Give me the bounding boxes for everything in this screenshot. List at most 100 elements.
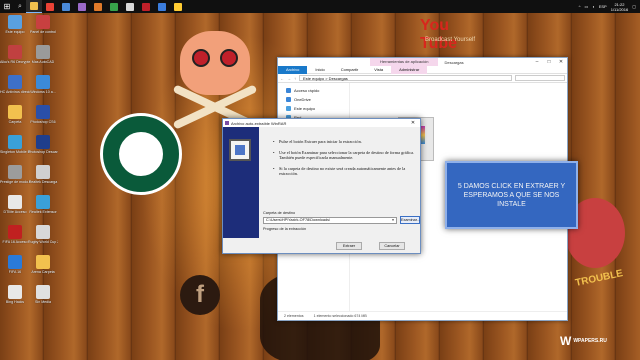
explorer-ribbon-tabs: Archivo Inicio Compartir Vista Administrar: [278, 65, 567, 74]
desktop-icon[interactable]: Arena Carpeta: [28, 255, 58, 283]
desktop-icon[interactable]: HC Antivirus direcion: [0, 75, 30, 103]
taskbar-app-7[interactable]: [122, 0, 138, 13]
desktop-icon-label: Alku's R6 Decrypter: [0, 60, 30, 64]
skull-eye-left: [192, 49, 210, 67]
starbucks-logo-center: [117, 130, 165, 178]
explorer-address-bar: ← → ↑ Este equipo > Descargas: [278, 74, 567, 83]
dialog-side-banner: [223, 127, 259, 238]
taskbar-app-4[interactable]: [74, 0, 90, 13]
desktop-icon[interactable]: DTIlite Acceso: [0, 195, 30, 223]
clock[interactable]: 21:22 1/11/2016: [611, 2, 629, 12]
ribbon-tab[interactable]: Archivo: [278, 65, 308, 74]
instruction-item: Pulse el botón Extraer para iniciar la e…: [273, 139, 415, 145]
dialog-instructions: Pulse el botón Extraer para iniciar la e…: [273, 139, 415, 182]
volume-icon[interactable]: ◖: [592, 4, 594, 9]
network-icon[interactable]: ▭: [585, 4, 589, 9]
desktop-icon[interactable]: Panel de control: [28, 15, 58, 43]
desktop-icon-label: FIFA 16 Acceso: [2, 240, 28, 244]
desktop-icon-label: Photoshop Descarga: [28, 150, 58, 154]
app-7-icon: [126, 2, 134, 11]
desktop-icon[interactable]: Realtek Descarga: [28, 165, 58, 193]
language-indicator[interactable]: ESP: [599, 4, 607, 9]
watermark-logo: W: [560, 334, 572, 348]
maximize-icon[interactable]: □: [543, 59, 555, 65]
start-button[interactable]: ⊞: [0, 0, 14, 13]
dialog-titlebar: Archivo auto-extraíble WinRAR ✕: [223, 119, 420, 127]
winrar-icon: [225, 121, 229, 125]
desktop-icon-label: Rugby World Cup 2015: [28, 240, 58, 244]
status-item-count: 2 elementos: [284, 313, 304, 318]
taskbar-app-8[interactable]: [138, 0, 154, 13]
close-icon[interactable]: ✕: [406, 120, 420, 126]
ribbon-tab[interactable]: Vista: [366, 66, 391, 74]
taskbar-file-explorer[interactable]: [26, 0, 42, 13]
tutorial-annotation: 5 DAMOS CLICK EN EXTRAER Y ESPERAMOS A Q…: [445, 161, 578, 229]
nav-item[interactable]: Acceso rápido: [278, 86, 349, 95]
nav-item[interactable]: Este equipo: [278, 104, 349, 113]
taskbar-app-10[interactable]: [170, 0, 186, 13]
desktop-icon-label: Sin Media: [35, 300, 51, 304]
desktop-icon[interactable]: Photoshop Descarga: [28, 135, 58, 163]
extract-button[interactable]: Extraer: [336, 242, 362, 250]
status-selection: 1 elemento seleccionado 674 MB: [313, 313, 367, 318]
ribbon-tab[interactable]: Administrar: [391, 65, 428, 74]
desktop-icon[interactable]: FIFA 16 Acceso: [0, 225, 30, 253]
notifications-icon[interactable]: ▢: [632, 4, 636, 9]
desktop-icon[interactable]: Windows 10 a...: [28, 75, 58, 103]
desktop-icon-label: Singleton Mobile B...: [0, 150, 30, 154]
ribbon-tab[interactable]: Inicio: [307, 66, 332, 74]
desktop-icon[interactable]: Photoshop CS6: [28, 105, 58, 133]
cancel-button[interactable]: Cancelar: [379, 242, 405, 250]
desktop-icon-label: Prestige de modo.bp: [0, 180, 30, 184]
desktop-icon[interactable]: Mas AutoCAD: [28, 45, 58, 73]
desktop-shortcut-icon: [8, 75, 22, 89]
desktop-icon[interactable]: Singleton Mobile B...: [0, 135, 30, 163]
desktop-icon[interactable]: Rugby World Cup 2015: [28, 225, 58, 253]
nav-item[interactable]: OneDrive: [278, 95, 349, 104]
minimize-icon[interactable]: –: [531, 59, 543, 65]
back-icon[interactable]: ←: [280, 76, 284, 81]
desktop-icon[interactable]: Sin Media: [28, 285, 58, 313]
up-icon[interactable]: ↑: [294, 76, 296, 81]
app-9-icon: [158, 2, 166, 11]
desktop-icon[interactable]: Bing Hacks: [0, 285, 30, 313]
desktop-icons-column-1: Este equipo Alku's R6 Decrypter HC Antivir…: [0, 15, 30, 313]
tray-arrow-icon[interactable]: ^: [579, 4, 581, 9]
desktop-icon-label: Windows 10 a...: [30, 90, 56, 94]
watermark-text: WPAPERS.RU: [573, 338, 607, 344]
youtube-logo: You Tube: [420, 17, 458, 52]
desktop-icon[interactable]: Carpeta: [0, 105, 30, 133]
window-controls: – □ ✕: [531, 59, 567, 65]
desktop-icon-label: Bing Hacks: [5, 300, 25, 304]
chevron-down-icon[interactable]: ▾: [390, 218, 396, 223]
desktop-icon[interactable]: Realtek Extensor: [28, 195, 58, 223]
taskbar-app-9[interactable]: [154, 0, 170, 13]
desktop-icon[interactable]: Alku's R6 Decrypter: [0, 45, 30, 73]
taskbar-app-5[interactable]: [90, 0, 106, 13]
desktop-icon[interactable]: Este equipo: [0, 15, 30, 43]
forward-icon[interactable]: →: [287, 76, 291, 81]
close-icon[interactable]: ✕: [555, 59, 567, 65]
taskbar-apps: [26, 0, 186, 13]
desktop-icon[interactable]: Prestige de modo.bp: [0, 165, 30, 193]
facebook-logo: f: [180, 275, 220, 315]
destination-folder-input[interactable]: C:\Users\HP\Yaxirk-OF78\Downloads\ ▾: [263, 217, 397, 224]
desktop-icons-column-2: Panel de control Mas AutoCAD Windows 10 a.…: [28, 15, 58, 313]
desktop-shortcut-icon: [36, 105, 50, 119]
desktop-icon[interactable]: FIFA 16: [0, 255, 30, 283]
desktop-shortcut-icon: [8, 165, 22, 179]
desktop-shortcut-icon: [36, 45, 50, 59]
search-icon[interactable]: ⌕: [14, 0, 26, 13]
taskbar-app-6[interactable]: [106, 0, 122, 13]
nav-item-label: Acceso rápido: [294, 88, 320, 93]
desktop-icon-label: Panel de control: [30, 30, 56, 34]
desktop-shortcut-icon: [36, 225, 50, 239]
explorer-search-input[interactable]: [515, 75, 565, 81]
browse-button[interactable]: Examinar...: [400, 216, 420, 224]
address-path[interactable]: Este equipo > Descargas: [299, 75, 512, 81]
desktop-shortcut-icon: [8, 225, 22, 239]
taskbar-app-3[interactable]: [58, 0, 74, 13]
desktop-shortcut-icon: [8, 45, 22, 59]
ribbon-tab[interactable]: Compartir: [333, 66, 367, 74]
taskbar-chrome[interactable]: [42, 0, 58, 13]
